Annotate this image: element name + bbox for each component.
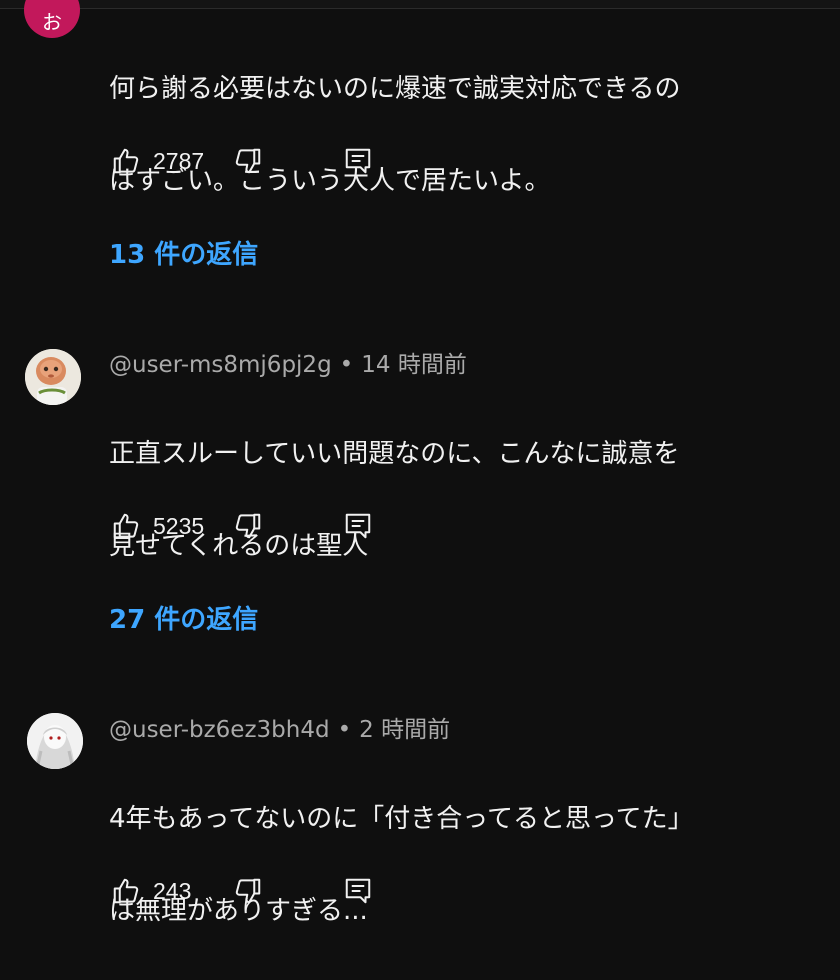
like-count: 5235 [153,512,205,539]
comment-author[interactable]: @user-ms8mj6pj2g [109,352,332,378]
comment-meta: @user-bz6ez3bh4d • 2 時間前 [109,715,450,745]
thumbs-down-icon [235,878,261,904]
thumbs-up-icon [113,878,139,904]
comment-reply-icon [345,513,371,539]
comment-reply-icon [345,878,371,904]
comment-text: 何ら謝る必要はないのに爆速で誠実対応できるの はすごい。こういう大人で居たいよ。 [109,20,799,250]
reply-button[interactable] [341,874,375,908]
anime-avatar-icon [27,713,83,769]
avatar-letter: お [42,10,62,34]
top-divider [0,0,840,9]
comment-time[interactable]: 2 時間前 [359,717,450,743]
thumbs-down-icon [235,148,261,174]
view-replies-link[interactable]: 27 件の返信 [109,602,258,638]
thumbs-up-icon [113,513,139,539]
comment-text-line: 4年もあってないのに「付き合ってると思ってた」 [109,804,694,834]
like-button[interactable] [109,144,143,178]
avatar[interactable] [27,713,83,769]
avatar[interactable]: お [24,0,80,38]
dislike-button[interactable] [231,509,265,543]
comment-meta: @user-ms8mj6pj2g • 14 時間前 [109,350,467,380]
meta-separator: • [339,352,354,378]
like-button[interactable] [109,874,143,908]
comment-text-line: 正直スルーしていい問題なのに、こんなに誠意を [109,439,680,469]
doll-avatar-icon [25,349,81,405]
comment-actions: 243 [109,873,375,909]
meta-separator: • [337,717,352,743]
reply-button[interactable] [341,144,375,178]
comment-actions: 2787 [109,143,375,179]
like-button[interactable] [109,509,143,543]
avatar[interactable] [25,349,81,405]
comment-text: 4年もあってないのに「付き合ってると思ってた」 は無理がありすぎる... [109,750,799,980]
view-replies-link[interactable]: 13 件の返信 [109,237,258,273]
dislike-button[interactable] [231,144,265,178]
comment-text-line: 何ら謝る必要はないのに爆速で誠実対応できるの [109,74,681,104]
thumbs-down-icon [235,513,261,539]
like-count: 243 [153,877,192,904]
avatar-letter-icon: お [24,0,80,38]
thumbs-up-icon [113,148,139,174]
dislike-button[interactable] [231,874,265,908]
comment-time[interactable]: 14 時間前 [361,352,467,378]
like-count: 2787 [153,147,205,174]
comment-text: 正直スルーしていい問題なのに、こんなに誠意を 見せてくれるのは聖人 [109,385,799,615]
comment-actions: 5235 [109,508,375,544]
reply-button[interactable] [341,509,375,543]
comment-author[interactable]: @user-bz6ez3bh4d [109,717,330,743]
comment-reply-icon [345,148,371,174]
